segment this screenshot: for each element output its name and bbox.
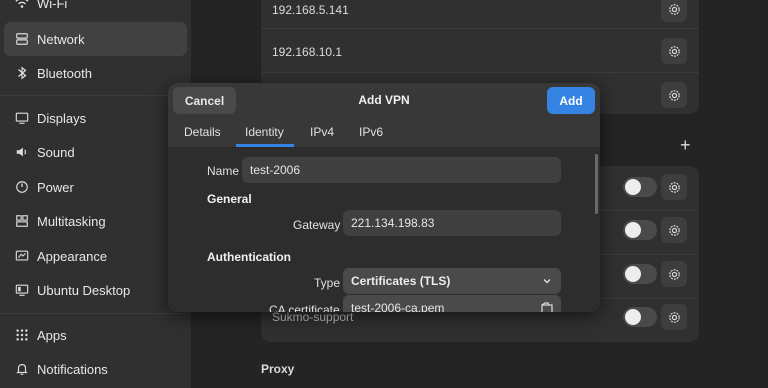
sidebar-item-label: Bluetooth [37,65,92,81]
type-dropdown-value: Certificates (TLS) [351,274,451,288]
active-tab-indicator [236,144,294,147]
sidebar-item-power[interactable]: Power [4,170,187,204]
add-vpn-button[interactable]: + [680,135,691,156]
sidebar-item-network[interactable]: Network [4,22,187,56]
sidebar-item-notifications[interactable]: Notifications [4,352,187,386]
sidebar-item-bluetooth[interactable]: Bluetooth [4,56,187,90]
sidebar-item-label: Displays [37,110,87,126]
dialog-title: Add VPN [358,93,410,107]
notifications-icon [15,362,29,376]
sidebar-item-label: Ubuntu Desktop [37,282,131,298]
add-vpn-dialog: Cancel Add VPN Add Details Identity IPv4… [168,83,600,312]
gear-icon [668,181,680,193]
sidebar-item-appearance[interactable]: Appearance [4,239,187,273]
list-item-text: Sukmo-support [272,310,354,324]
sidebar-item-sound[interactable]: Sound [4,135,187,169]
sidebar-item-label: Multitasking [37,213,106,229]
tab-details[interactable]: Details [184,125,221,139]
name-field[interactable]: test-2006 [242,157,561,183]
gear-icon [668,89,680,101]
settings-button[interactable] [661,174,687,200]
type-label: Type [314,276,341,290]
sidebar-item-multitasking[interactable]: Multitasking [4,204,187,238]
sidebar-item-label: Power [37,179,74,195]
proxy-section-label: Proxy [261,362,295,376]
settings-button[interactable] [661,38,687,64]
ca-certificate-value: test-2006-ca.pem [351,301,445,312]
vpn-toggle[interactable] [623,220,657,240]
gear-icon [668,45,680,57]
multitasking-icon [15,214,29,228]
ca-certificate-field[interactable]: test-2006-ca.pem [343,295,561,312]
sidebar-item-label: Network [37,31,85,47]
apps-icon [15,328,29,342]
ca-certificate-label: CA certificate [269,303,340,312]
gear-icon [668,3,680,15]
list-item-text: 192.168.5.141 [272,3,349,17]
sidebar-separator [0,313,191,314]
vpn-toggle[interactable] [623,177,657,197]
tab-ipv4[interactable]: IPv4 [310,125,334,139]
ubuntu-desktop-icon [15,283,29,297]
scrollbar[interactable] [595,154,598,214]
gear-icon [668,311,680,323]
sidebar-separator [0,95,191,96]
sidebar-item-ubuntu-desktop[interactable]: Ubuntu Desktop [4,273,187,307]
gateway-label: Gateway [293,218,341,232]
bluetooth-icon [15,66,29,80]
gear-icon [668,268,680,280]
settings-button[interactable] [661,304,687,330]
file-chooser-icon[interactable] [541,302,553,312]
wifi-icon [15,0,29,10]
sidebar-item-label: Sound [37,144,75,160]
settings-button[interactable] [661,217,687,243]
sidebar: Wi-Fi Network Bluetooth Displays Sound P… [0,0,191,388]
gear-icon [668,224,680,236]
settings-button[interactable] [661,261,687,287]
general-heading: General [207,192,252,206]
list-item-text: 192.168.10.1 [272,45,343,59]
vpn-toggle[interactable] [623,264,657,284]
appearance-icon [15,249,29,263]
vpn-toggle[interactable] [623,307,657,327]
sidebar-item-displays[interactable]: Displays [4,101,187,135]
sound-icon [15,145,29,159]
dialog-header: Cancel Add VPN Add [168,83,600,119]
authentication-heading: Authentication [207,250,291,264]
settings-button[interactable] [661,82,687,108]
display-icon [15,111,29,125]
gateway-field[interactable]: 221.134.198.83 [343,210,561,236]
sidebar-item-label: Apps [37,327,67,343]
name-label: Name [207,164,240,178]
sidebar-item-apps[interactable]: Apps [4,318,187,352]
type-dropdown[interactable]: Certificates (TLS) [343,268,561,294]
power-icon [15,180,29,194]
sidebar-item-label: Appearance [37,248,108,264]
network-icon [15,32,29,46]
name-field-value: test-2006 [250,163,301,177]
sidebar-item-label: Notifications [37,361,108,377]
dialog-body: Name test-2006 General Gateway 221.134.1… [168,148,600,312]
settings-button[interactable] [661,0,687,22]
tab-ipv6[interactable]: IPv6 [359,125,383,139]
sidebar-item-label: Wi-Fi [37,0,68,11]
tab-bar: Details Identity IPv4 IPv6 [168,119,600,148]
chevron-down-icon [543,279,551,284]
list-item: 192.168.10.1 [261,28,699,73]
gateway-field-value: 221.134.198.83 [351,216,435,230]
sidebar-item-wifi[interactable]: Wi-Fi [4,0,187,20]
tab-identity[interactable]: Identity [245,125,284,139]
add-button[interactable]: Add [547,87,595,114]
